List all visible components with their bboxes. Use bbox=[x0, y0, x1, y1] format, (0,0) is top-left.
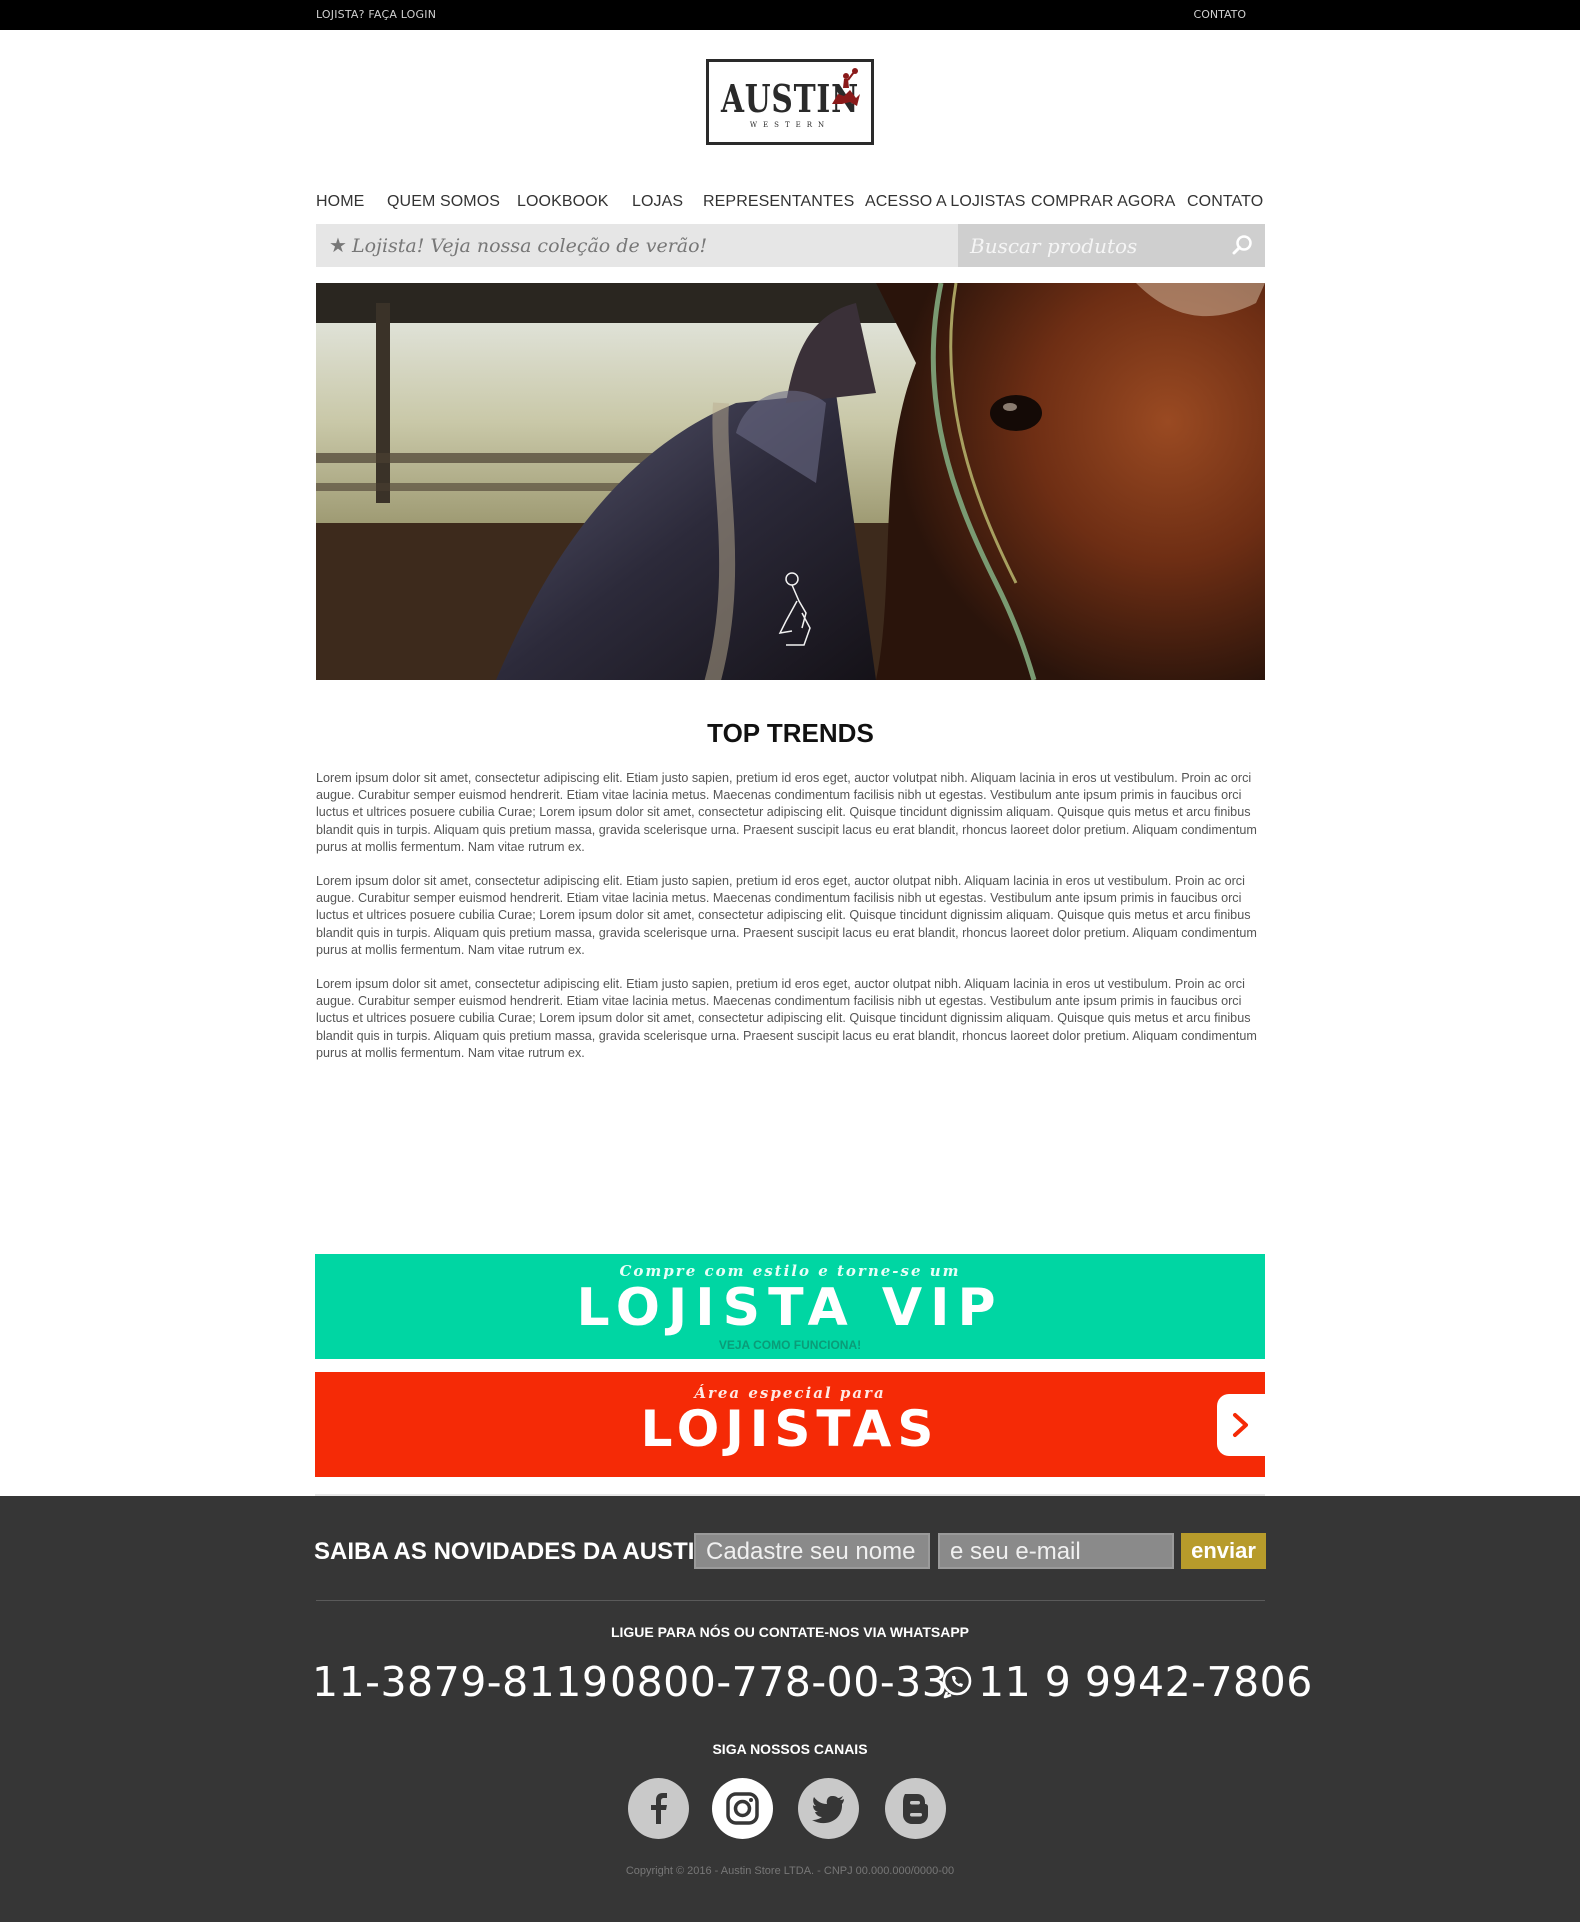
footer-divider bbox=[316, 1600, 1265, 1601]
promo-bar: ★ Lojista! Veja nossa coleção de verão! … bbox=[316, 224, 1265, 267]
paragraph: Lorem ipsum dolor sit amet, consectetur … bbox=[316, 771, 1257, 854]
login-link[interactable]: LOJISTA? FAÇA LOGIN bbox=[316, 8, 436, 21]
phone-tollfree[interactable]: 0800-778-00-33 bbox=[610, 1658, 948, 1706]
nav-contato[interactable]: CONTATO bbox=[1187, 193, 1263, 211]
whatsapp-number[interactable]: 11 9 9942-7806 bbox=[978, 1658, 1313, 1706]
lojistas-arrow-button[interactable] bbox=[1217, 1394, 1265, 1456]
twitter-link[interactable] bbox=[798, 1778, 859, 1839]
follow-label: SIGA NOSSOS CANAIS bbox=[712, 1741, 868, 1757]
horse-saddle-photo bbox=[316, 283, 1265, 680]
whatsapp-icon bbox=[942, 1666, 972, 1699]
lojistas-title: LOJISTAS bbox=[640, 1400, 940, 1458]
paragraph: Lorem ipsum dolor sit amet, consectetur … bbox=[316, 874, 1257, 957]
instagram-icon bbox=[726, 1792, 759, 1825]
facebook-icon bbox=[651, 1793, 667, 1824]
top-bar: LOJISTA? FAÇA LOGIN CONTATO 11-3879-8119 bbox=[0, 0, 1580, 218]
top-phone: 11-3879-8119 bbox=[1264, 170, 1580, 218]
lojistas-banner[interactable]: Área especial para LOJISTAS bbox=[315, 1372, 1265, 1477]
top-contact: CONTATO 11-3879-8119 bbox=[1194, 8, 1580, 218]
nav-acesso-lojistas[interactable]: ACESSO A LOJISTAS bbox=[865, 193, 1026, 211]
austin-logo[interactable]: AUSTIN WESTERN bbox=[706, 59, 874, 145]
instagram-link[interactable] bbox=[712, 1778, 773, 1839]
facebook-link[interactable] bbox=[628, 1778, 689, 1839]
blogger-link[interactable] bbox=[885, 1778, 946, 1839]
nav-home[interactable]: HOME bbox=[316, 193, 364, 211]
nav-lojas[interactable]: LOJAS bbox=[632, 193, 683, 211]
star-icon: ★ bbox=[329, 233, 347, 257]
contact-link[interactable]: CONTATO bbox=[1194, 8, 1246, 21]
main-nav: HOME QUEM SOMOS LOOKBOOK LOJAS REPRESENT… bbox=[316, 193, 1265, 215]
hero-image bbox=[316, 283, 1265, 680]
search-icon[interactable] bbox=[1231, 234, 1253, 256]
search-input[interactable]: Buscar produtos bbox=[970, 234, 1137, 258]
nav-comprar-agora[interactable]: COMPRAR AGORA bbox=[1031, 193, 1175, 211]
vip-cta[interactable]: VEJA COMO FUNCIONA! bbox=[315, 1338, 1265, 1352]
nav-representantes[interactable]: REPRESENTANTES bbox=[703, 193, 854, 211]
paragraph: Lorem ipsum dolor sit amet, consectetur … bbox=[316, 977, 1257, 1060]
chevron-right-icon bbox=[1233, 1413, 1248, 1437]
blogger-icon bbox=[903, 1794, 928, 1824]
vip-title: LOJISTA VIP bbox=[576, 1278, 1004, 1338]
search-box[interactable]: Buscar produtos bbox=[958, 224, 1265, 267]
nav-quem-somos[interactable]: QUEM SOMOS bbox=[387, 193, 500, 211]
copyright: Copyright © 2016 - Austin Store LTDA. - … bbox=[625, 1865, 955, 1877]
twitter-icon bbox=[812, 1796, 844, 1824]
footer: SAIBA AS NOVIDADES DA AUSTIN: Cadastre s… bbox=[0, 1496, 1580, 1922]
email-field[interactable]: e seu e-mail bbox=[938, 1533, 1174, 1569]
nav-lookbook[interactable]: LOOKBOOK bbox=[517, 193, 609, 211]
phone-number[interactable]: 11-3879-8119 bbox=[312, 1658, 608, 1706]
promo-text[interactable]: Lojista! Veja nossa coleção de verão! bbox=[352, 235, 707, 257]
lojista-vip-banner[interactable]: Compre com estilo e torne-se um LOJISTA … bbox=[315, 1254, 1265, 1359]
call-label: LIGUE PARA NÓS OU CONTATE-NOS VIA WHATSA… bbox=[610, 1624, 970, 1640]
logo-subtitle: WESTERN bbox=[749, 121, 831, 129]
newsletter-label: SAIBA AS NOVIDADES DA AUSTIN: bbox=[314, 1538, 720, 1565]
send-button[interactable]: enviar bbox=[1181, 1533, 1266, 1569]
name-field[interactable]: Cadastre seu nome bbox=[694, 1533, 930, 1569]
cowboy-rider-icon bbox=[832, 68, 860, 106]
page-title: TOP TRENDS bbox=[707, 718, 874, 748]
